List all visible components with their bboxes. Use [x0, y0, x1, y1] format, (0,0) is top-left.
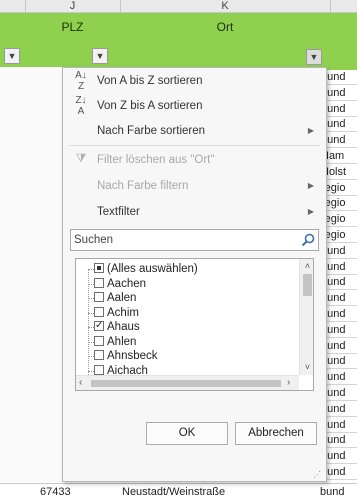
checkbox[interactable] — [94, 263, 104, 273]
chevron-right-icon: ▶ — [307, 207, 314, 216]
bottom-plz-cell[interactable]: 67433 — [40, 484, 71, 501]
scroll-right-icon[interactable]: › — [287, 377, 290, 388]
menu-sort-az[interactable]: A↓ Z Von A bis Z sortieren — [63, 68, 326, 94]
sheet-left-column — [0, 67, 68, 482]
checkbox[interactable] — [94, 364, 104, 375]
scrollbar-thumb[interactable] — [303, 274, 312, 296]
filter-dropdown-ort[interactable]: ▼ — [306, 49, 322, 65]
checkbox[interactable] — [94, 350, 104, 360]
checkbox[interactable] — [94, 335, 104, 346]
menu-sort-az-label: Von A bis Z sortieren — [97, 75, 203, 87]
chevron-right-icon: ▶ — [307, 181, 314, 190]
cancel-button[interactable]: Abbrechen — [235, 422, 317, 445]
search-placeholder: Suchen — [74, 234, 114, 246]
bottom-right-cell[interactable]: bund — [320, 484, 344, 501]
menu-clear-filter[interactable]: ⧩ Filter löschen aus "Ort" — [63, 147, 326, 173]
ort-header: Ort — [216, 20, 234, 34]
menu-sort-za-label: Von Z bis A sortieren — [97, 100, 203, 112]
scroll-down-icon[interactable]: ˅ — [302, 362, 313, 372]
clear-filter-icon: ⧩ — [75, 151, 87, 165]
menu-text-filter-label: Textfilter — [97, 206, 140, 218]
menu-sort-by-color[interactable]: Nach Farbe sortieren ▶ — [63, 118, 326, 144]
menu-sort-za[interactable]: Z↓ A Von Z bis A sortieren — [63, 93, 326, 119]
menu-sort-by-color-label: Nach Farbe sortieren — [97, 125, 206, 137]
bottom-ort-cell[interactable]: Neustadt/Weinstraße — [122, 484, 225, 501]
plz-header: PLZ — [61, 20, 84, 34]
horizontal-scrollbar[interactable]: ‹ › — [76, 375, 299, 390]
resize-grip[interactable]: ⋰ — [313, 470, 321, 479]
check-icon: ✓ — [95, 320, 104, 331]
column-letter-k[interactable]: K — [120, 0, 330, 12]
partial-check-icon — [97, 266, 101, 270]
sort-ascending-icon: A↓ Z — [75, 70, 87, 92]
menu-divider — [69, 145, 320, 146]
chevron-right-icon: ▶ — [307, 126, 314, 135]
menu-clear-filter-label: Filter löschen aus "Ort" — [97, 154, 215, 166]
horizontal-scrollbar-thumb[interactable] — [91, 380, 281, 387]
tree-connector — [88, 269, 89, 381]
menu-filter-by-color-label: Nach Farbe filtern — [97, 180, 189, 192]
checkbox[interactable]: ✓ — [94, 320, 104, 331]
checkbox[interactable] — [94, 292, 104, 302]
value-list[interactable]: (Alles auswählen) Aachen Aalen Achim ✓ Ahaus A… — [75, 258, 314, 391]
search-input[interactable]: Suchen — [70, 229, 319, 251]
column-letter-j[interactable]: J — [25, 0, 120, 12]
scroll-left-icon[interactable]: ‹ — [79, 377, 82, 388]
vertical-scrollbar[interactable]: ˄ ˅ — [299, 259, 313, 375]
checkbox[interactable] — [94, 277, 104, 288]
menu-text-filter[interactable]: Textfilter ▶ — [63, 199, 326, 225]
checkbox[interactable] — [94, 306, 104, 317]
menu-filter-by-color[interactable]: Nach Farbe filtern ▶ — [63, 173, 326, 199]
autofilter-panel: A↓ Z Von A bis Z sortieren Z↓ A Von Z bis … — [62, 67, 327, 482]
filter-dropdown-plz[interactable]: ▼ — [92, 48, 108, 64]
sort-descending-icon: Z↓ A — [75, 95, 87, 117]
filter-dropdown-left[interactable]: ▼ — [4, 48, 20, 64]
scroll-up-icon[interactable]: ˄ — [302, 261, 313, 271]
search-icon — [301, 233, 315, 247]
ok-button[interactable]: OK — [146, 422, 228, 445]
